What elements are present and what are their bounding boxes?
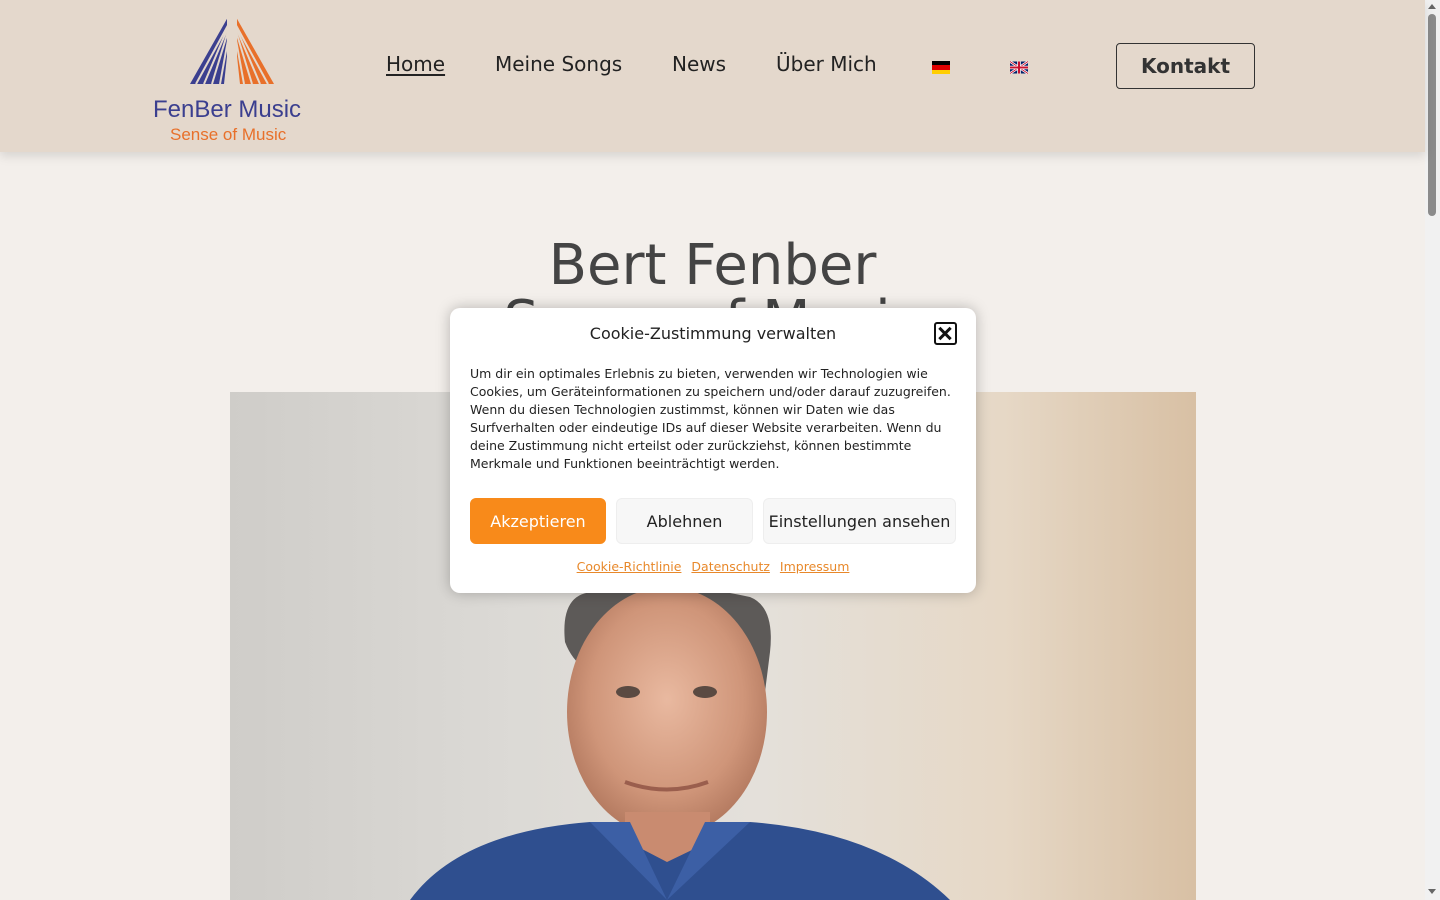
scroll-up-arrow-icon[interactable] — [1428, 4, 1436, 9]
nav-ueber-mich[interactable]: Über Mich — [776, 52, 877, 76]
cookie-dialog-text: Um dir ein optimales Erlebnis zu bieten,… — [470, 366, 951, 471]
logo-mark-icon — [190, 10, 274, 85]
de-flag-icon[interactable] — [932, 61, 950, 74]
scroll-down-arrow-icon[interactable] — [1428, 889, 1436, 894]
logo-name: FenBer Music — [153, 96, 302, 123]
cookie-consent-dialog: Cookie-Zustimmung verwalten Um dir ein o… — [450, 308, 976, 593]
imprint-link[interactable]: Impressum — [780, 559, 849, 574]
nav-news[interactable]: News — [672, 52, 726, 76]
uk-flag-icon[interactable] — [1010, 61, 1028, 74]
kontakt-button[interactable]: Kontakt — [1116, 43, 1255, 89]
cookie-dialog-title: Cookie-Zustimmung verwalten — [589, 324, 837, 343]
site-header: FenBer Music Sense of Music Home Meine S… — [0, 0, 1425, 152]
privacy-link[interactable]: Datenschutz — [691, 559, 770, 574]
deny-cookies-button[interactable]: Ablehnen — [616, 498, 753, 544]
nav-home[interactable]: Home — [386, 52, 445, 76]
cookie-settings-button[interactable]: Einstellungen ansehen — [763, 498, 956, 544]
accept-cookies-button[interactable]: Akzeptieren — [470, 498, 606, 544]
cookie-links: Cookie-Richtlinie Datenschutz Impressum — [450, 559, 976, 574]
page-scrollbar[interactable] — [1425, 0, 1440, 900]
close-icon[interactable] — [934, 322, 957, 345]
scrollbar-thumb[interactable] — [1428, 14, 1436, 216]
hero-title: Bert Fenber — [548, 233, 877, 298]
logo-tagline: Sense of Music — [170, 125, 287, 144]
cookie-policy-link[interactable]: Cookie-Richtlinie — [577, 559, 682, 574]
nav-meine-songs[interactable]: Meine Songs — [495, 52, 622, 76]
site-logo[interactable]: FenBer Music Sense of Music — [150, 8, 314, 148]
